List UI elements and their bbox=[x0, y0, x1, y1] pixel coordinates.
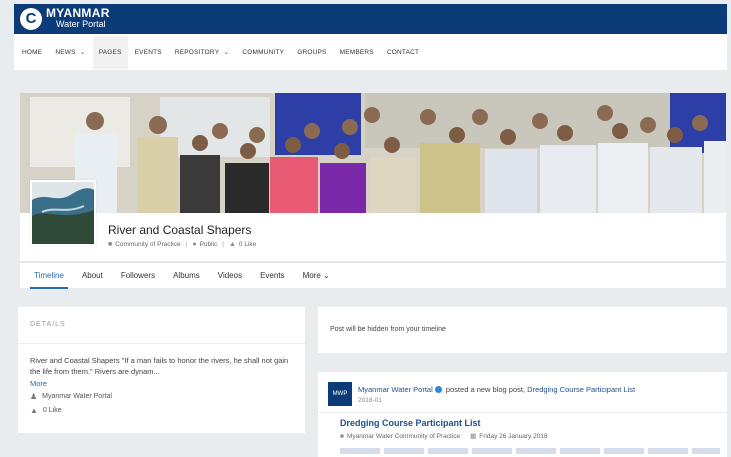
likes-item[interactable]: ▲ 0 Like bbox=[229, 241, 256, 248]
site-logo[interactable]: C MYANMAR Water Portal bbox=[20, 6, 110, 30]
nav-repository[interactable]: REPOSITORY ⌄ bbox=[174, 48, 230, 57]
chevron-down-icon: ⌄ bbox=[79, 49, 86, 56]
thumbs-up-icon: ▲ bbox=[30, 406, 38, 415]
page-meta: ■ Community of Practice | ● Public | ▲ 0 Li… bbox=[108, 241, 256, 248]
nav-label: PAGES bbox=[98, 48, 122, 56]
logo-subtitle: Water Portal bbox=[56, 19, 106, 29]
tab-about[interactable]: About bbox=[82, 263, 103, 289]
nav-home[interactable]: HOME bbox=[22, 49, 42, 56]
post-header: Myanmar Water Portal posted a new blog p… bbox=[358, 385, 635, 394]
meta-separator: | bbox=[222, 241, 224, 248]
nav-community[interactable]: COMMUNITY bbox=[242, 49, 284, 56]
privacy-item: ● Public bbox=[192, 241, 217, 248]
details-description: River and Coastal Shapers "If a man fail… bbox=[30, 356, 289, 376]
tab-videos[interactable]: Videos bbox=[218, 263, 242, 289]
post-group[interactable]: Myanmar Water Community of Practice bbox=[347, 433, 460, 440]
nav-contact[interactable]: CONTACT bbox=[387, 49, 419, 56]
nav-label: HOME bbox=[22, 48, 43, 56]
tab-albums[interactable]: Albums bbox=[173, 263, 200, 289]
blog-post-title[interactable]: Dredging Course Participant List bbox=[340, 418, 481, 428]
blog-post-meta: ■ Myanmar Water Community of Practice ▦ … bbox=[340, 432, 548, 441]
page-tabs: Timeline About Followers Albums Videos E… bbox=[20, 262, 726, 289]
thumbs-up-icon: ▲ bbox=[228, 241, 236, 248]
calendar-icon: ▦ bbox=[470, 433, 477, 440]
page-title: River and Coastal Shapers bbox=[108, 223, 252, 237]
page-avatar[interactable] bbox=[30, 180, 96, 246]
folder-icon: ■ bbox=[340, 432, 344, 440]
logo-title: MYANMAR bbox=[46, 6, 110, 20]
nav-groups[interactable]: GROUPS bbox=[297, 49, 326, 56]
post-action: posted a new blog post, bbox=[445, 385, 526, 394]
category-item[interactable]: ■ Community of Practice bbox=[108, 241, 181, 248]
post-published: Friday 26 January 2018 bbox=[479, 432, 548, 440]
more-link[interactable]: More bbox=[30, 379, 47, 388]
main-nav: HOME NEWS ⌄ PAGES EVENTS REPOSITORY ⌄ COMM… bbox=[14, 34, 727, 70]
post-link[interactable]: Dredging Course Participant List bbox=[527, 385, 635, 394]
likes-label: 0 Like bbox=[238, 241, 257, 248]
divider bbox=[18, 343, 305, 344]
top-header: C MYANMAR Water Portal bbox=[14, 4, 727, 34]
nav-members[interactable]: MEMBERS bbox=[340, 49, 374, 56]
hidden-post-text: Post will be hidden from your timeline bbox=[330, 326, 446, 333]
cover-photo bbox=[20, 93, 726, 213]
tab-followers[interactable]: Followers bbox=[121, 263, 155, 289]
tab-more-label: More bbox=[302, 270, 321, 280]
nav-events[interactable]: EVENTS bbox=[135, 49, 162, 56]
post-author[interactable]: Myanmar Water Portal bbox=[358, 385, 433, 394]
likes-label: 0 Like bbox=[42, 407, 62, 414]
tab-events[interactable]: Events bbox=[260, 263, 284, 289]
tab-timeline[interactable]: Timeline bbox=[30, 263, 68, 289]
owner-row[interactable]: ♟ Myanmar Water Portal bbox=[30, 392, 112, 401]
timeline-post: MWP Myanmar Water Portal posted a new bl… bbox=[318, 372, 727, 457]
nav-label: NEWS bbox=[55, 48, 76, 56]
nav-label: COMMUNITY bbox=[242, 48, 285, 56]
likes-row[interactable]: ▲ 0 Like bbox=[30, 406, 62, 415]
post-snippet bbox=[340, 448, 720, 454]
details-heading: DETAILS bbox=[30, 321, 66, 328]
chevron-down-icon: ⌄ bbox=[223, 49, 230, 56]
author-avatar[interactable]: MWP bbox=[328, 382, 352, 406]
hidden-post-notice: Post will be hidden from your timeline bbox=[318, 307, 727, 353]
user-icon: ♟ bbox=[30, 392, 38, 401]
meta-separator: | bbox=[185, 241, 188, 248]
nav-news[interactable]: NEWS ⌄ bbox=[55, 48, 86, 57]
nav-label: GROUPS bbox=[297, 48, 327, 56]
nav-pages[interactable]: PAGES bbox=[92, 35, 128, 69]
folder-icon: ■ bbox=[108, 241, 113, 248]
nav-label: REPOSITORY bbox=[174, 48, 220, 56]
chevron-down-icon: ⌄ bbox=[323, 270, 330, 280]
nav-label: MEMBERS bbox=[339, 48, 374, 56]
category-label: Community of Practice bbox=[115, 241, 181, 248]
profile-bar bbox=[20, 213, 726, 261]
owner-label: Myanmar Water Portal bbox=[42, 393, 112, 400]
details-card: DETAILS River and Coastal Shapers "If a … bbox=[18, 307, 305, 433]
tab-more[interactable]: More ⌄ bbox=[303, 263, 330, 289]
cover-photo-image bbox=[20, 93, 726, 213]
logo-icon: C bbox=[20, 8, 42, 30]
nav-label: CONTACT bbox=[386, 48, 420, 56]
nav-label: EVENTS bbox=[134, 48, 162, 56]
post-date: 2018-01 bbox=[358, 397, 382, 404]
privacy-label: Public bbox=[199, 241, 218, 248]
verified-icon bbox=[434, 386, 442, 393]
globe-icon: ● bbox=[192, 241, 197, 248]
coastline-image bbox=[32, 182, 94, 244]
divider bbox=[318, 412, 727, 413]
